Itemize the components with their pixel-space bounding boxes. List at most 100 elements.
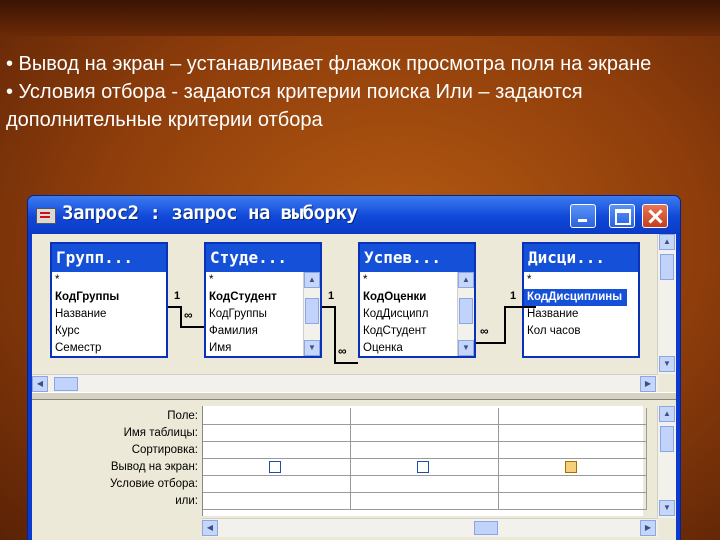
grid-vertical-scrollbar[interactable]: ▲ ▼ [657, 406, 676, 518]
grid-cell[interactable] [203, 442, 351, 459]
grid-cell[interactable] [351, 493, 499, 510]
show-checkbox[interactable] [269, 461, 281, 473]
field-item[interactable]: Имя [206, 340, 301, 357]
table-scrollbar[interactable]: ▲ ▼ [457, 272, 474, 356]
scroll-up-icon[interactable]: ▲ [458, 272, 474, 288]
field-item-selected[interactable]: КодДисциплины [524, 289, 627, 306]
pane-splitter[interactable] [32, 392, 676, 400]
field-item[interactable]: КодОценки [360, 289, 455, 306]
field-item[interactable]: Курс [52, 323, 147, 340]
scroll-corner [658, 374, 676, 392]
scroll-up-icon[interactable]: ▲ [659, 406, 675, 422]
design-grid-pane: Поле: Имя таблицы: Сортировка: Вывод на … [32, 400, 676, 540]
field-item[interactable]: КодСтудент [360, 323, 455, 340]
table-scrollbar[interactable]: ▲ ▼ [303, 272, 320, 356]
field-item[interactable]: * [360, 272, 455, 289]
grid-cell[interactable] [499, 493, 647, 510]
field-item[interactable]: Семестр [52, 340, 147, 357]
grid-cell[interactable] [499, 425, 647, 442]
table-title: Групп... [52, 244, 166, 272]
scroll-up-icon[interactable]: ▲ [304, 272, 320, 288]
field-item[interactable]: * [206, 272, 301, 289]
tables-vertical-scrollbar[interactable]: ▲ ▼ [657, 234, 676, 374]
relation-line [334, 306, 336, 364]
grid-cell[interactable] [499, 408, 647, 425]
grid-cell[interactable] [203, 408, 351, 425]
scroll-thumb[interactable] [660, 426, 674, 452]
scroll-thumb[interactable] [305, 298, 319, 324]
slide-text: • Вывод на экран – устанавливает флажок … [6, 50, 716, 134]
grid-cell[interactable] [203, 425, 351, 442]
relation-many-icon: ∞ [338, 344, 347, 358]
table-grades[interactable]: Успев... * КодОценки КодДисципл КодСтуде… [358, 242, 476, 358]
grid-cell[interactable] [351, 476, 499, 493]
relation-one-label: 1 [510, 290, 517, 302]
relation-many-icon: ∞ [480, 324, 489, 338]
scroll-thumb[interactable] [459, 298, 473, 324]
field-item[interactable]: Название [52, 306, 147, 323]
maximize-button[interactable] [609, 204, 635, 228]
scroll-left-icon[interactable]: ◀ [202, 520, 218, 536]
grid-cell[interactable] [499, 442, 647, 459]
scroll-thumb[interactable] [474, 521, 498, 535]
show-checkbox[interactable] [565, 461, 577, 473]
tables-pane: Групп... * КодГруппы Название Курс Семес… [32, 234, 676, 393]
field-item[interactable]: Оценка [360, 340, 455, 357]
relation-line [180, 306, 182, 328]
bullet-criteria: • Условия отбора - задаются критерии пои… [6, 81, 583, 131]
title-bar[interactable]: Запрос2 : запрос на выборку [28, 196, 680, 234]
field-item[interactable]: * [52, 272, 147, 289]
query-window: Запрос2 : запрос на выборку Групп... * К… [28, 196, 680, 540]
minimize-button[interactable] [570, 204, 596, 228]
grid-horizontal-scrollbar[interactable]: ◀ ▶ [202, 518, 658, 537]
table-title: Успев... [360, 244, 474, 272]
row-label-criteria: Условие отбора: [109, 478, 198, 490]
scroll-down-icon[interactable]: ▼ [659, 356, 675, 372]
row-label-sort: Сортировка: [131, 444, 198, 456]
window-title: Запрос2 : запрос на выборку [62, 202, 358, 224]
field-item[interactable]: Кол часов [524, 323, 619, 340]
relation-one-label: 1 [174, 290, 181, 302]
grid-row-labels: Поле: Имя таблицы: Сортировка: Вывод на … [32, 408, 202, 510]
grid-cell[interactable] [351, 408, 499, 425]
field-item[interactable]: Фамилия [206, 323, 301, 340]
show-checkbox[interactable] [417, 461, 429, 473]
relation-many-icon: ∞ [184, 308, 193, 322]
close-button[interactable] [642, 204, 668, 228]
relation-line [504, 306, 524, 308]
scroll-thumb[interactable] [54, 377, 78, 391]
tables-horizontal-scrollbar[interactable]: ◀ ▶ [32, 374, 658, 393]
table-students[interactable]: Студе... * КодСтудент КодГруппы Фамилия … [204, 242, 322, 358]
scroll-down-icon[interactable]: ▼ [458, 340, 474, 356]
relation-line [504, 306, 506, 344]
table-title: Дисци... [524, 244, 638, 272]
scroll-right-icon[interactable]: ▶ [640, 376, 656, 392]
grid-cell[interactable] [351, 442, 499, 459]
scroll-up-icon[interactable]: ▲ [659, 234, 675, 250]
grid-cell[interactable] [351, 425, 499, 442]
relation-line [522, 306, 536, 308]
relation-line [476, 342, 506, 344]
field-item[interactable]: КодГруппы [52, 289, 147, 306]
field-item[interactable]: Название [524, 306, 619, 323]
field-item[interactable]: КодГруппы [206, 306, 301, 323]
slide-top-band [0, 0, 720, 36]
scroll-down-icon[interactable]: ▼ [304, 340, 320, 356]
grid-cell[interactable] [203, 476, 351, 493]
design-grid[interactable] [202, 406, 647, 516]
grid-cell[interactable] [499, 476, 647, 493]
row-label-show: Вывод на экран: [110, 461, 198, 473]
table-disciplines[interactable]: Дисци... * КодДисциплины Название Кол ча… [522, 242, 640, 358]
scroll-thumb[interactable] [660, 254, 674, 280]
scroll-right-icon[interactable]: ▶ [640, 520, 656, 536]
field-item[interactable]: * [524, 272, 619, 289]
scroll-left-icon[interactable]: ◀ [32, 376, 48, 392]
grid-cell[interactable] [203, 493, 351, 510]
query-designer: Групп... * КодГруппы Название Курс Семес… [32, 234, 676, 540]
scroll-down-icon[interactable]: ▼ [659, 500, 675, 516]
field-item[interactable]: КодДисципл [360, 306, 455, 323]
table-groups[interactable]: Групп... * КодГруппы Название Курс Семес… [50, 242, 168, 358]
row-label-field: Поле: [167, 410, 198, 422]
table-title: Студе... [206, 244, 320, 272]
field-item[interactable]: КодСтудент [206, 289, 301, 306]
